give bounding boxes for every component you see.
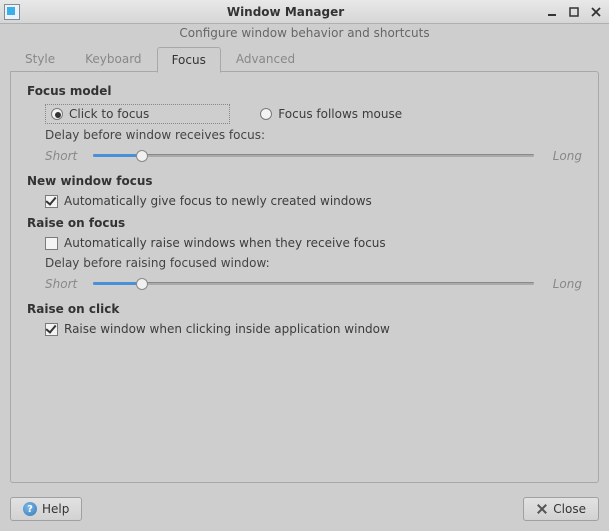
minimize-icon [547,7,557,17]
raise-on-focus-heading: Raise on focus [27,216,582,230]
button-label: Close [553,502,586,516]
window-close-button[interactable] [589,5,603,19]
slider-long-label: Long [546,277,582,291]
help-button[interactable]: ? Help [10,497,82,521]
window-subtitle: Configure window behavior and shortcuts [0,24,609,46]
dialog-footer: ? Help Close [0,491,609,531]
focus-panel: Focus model Click to focus Focus follows… [10,71,599,483]
focus-model-heading: Focus model [27,84,582,98]
radio-click-to-focus[interactable]: Click to focus [45,104,230,124]
minimize-button[interactable] [545,5,559,19]
radio-focus-follows-mouse[interactable]: Focus follows mouse [254,104,408,124]
checkbox-label: Raise window when clicking inside applic… [64,322,390,336]
window-manager-dialog: Window Manager Configure window behavior… [0,0,609,531]
raise-delay-label: Delay before raising focused window: [45,256,582,270]
tab-bar: Style Keyboard Focus Advanced [10,46,599,72]
focus-delay-label: Delay before window receives focus: [45,128,582,142]
close-button[interactable]: Close [523,497,599,521]
help-icon: ? [23,502,37,516]
window-controls [545,5,605,19]
radio-label: Click to focus [69,107,149,121]
checkbox-auto-focus-new[interactable]: Automatically give focus to newly create… [45,194,582,208]
tab-focus[interactable]: Focus [157,47,221,73]
checkbox-icon [45,323,58,336]
slider-thumb[interactable] [136,278,148,290]
checkbox-label: Automatically raise windows when they re… [64,236,386,250]
focus-delay-slider[interactable] [93,148,534,164]
radio-icon [260,108,272,120]
tab-style[interactable]: Style [10,46,70,72]
close-icon [536,503,548,515]
raise-delay-slider[interactable] [93,276,534,292]
close-icon [591,7,601,17]
maximize-icon [569,7,579,17]
radio-icon [51,108,63,120]
radio-label: Focus follows mouse [278,107,402,121]
slider-long-label: Long [546,149,582,163]
content-area: Style Keyboard Focus Advanced Focus mode… [0,46,609,491]
slider-thumb[interactable] [136,150,148,162]
app-icon [4,4,20,20]
checkbox-icon [45,195,58,208]
checkbox-raise-on-click[interactable]: Raise window when clicking inside applic… [45,322,582,336]
button-label: Help [42,502,69,516]
slider-short-label: Short [45,277,81,291]
checkbox-label: Automatically give focus to newly create… [64,194,372,208]
checkbox-auto-raise[interactable]: Automatically raise windows when they re… [45,236,582,250]
slider-short-label: Short [45,149,81,163]
maximize-button[interactable] [567,5,581,19]
checkbox-icon [45,237,58,250]
tab-advanced[interactable]: Advanced [221,46,310,72]
window-title: Window Manager [26,5,545,19]
titlebar: Window Manager [0,0,609,24]
raise-on-click-heading: Raise on click [27,302,582,316]
tab-keyboard[interactable]: Keyboard [70,46,156,72]
new-window-focus-heading: New window focus [27,174,582,188]
